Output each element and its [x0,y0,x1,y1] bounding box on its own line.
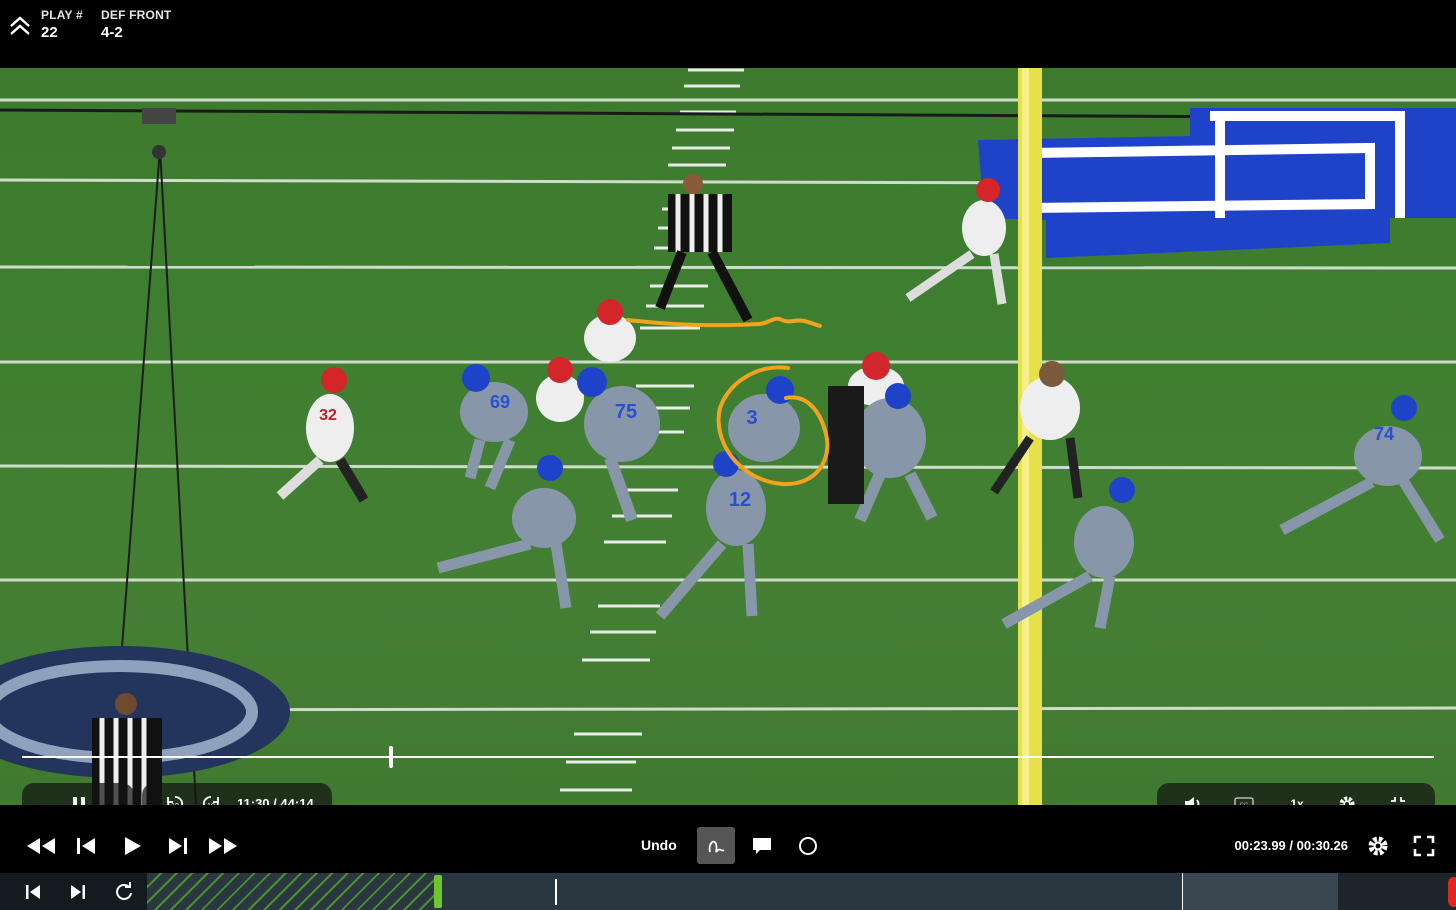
settings-gear-icon[interactable] [1365,833,1391,859]
clip-time-current: 00:23.99 [1234,838,1286,853]
clip-time-total: 00:30.26 [1296,838,1348,853]
player-number-12: 12 [729,489,751,511]
skip-end-icon[interactable] [67,881,89,903]
player-number-75: 75 [615,401,637,423]
def-front-value: 4-2 [101,24,123,41]
play-number-value: 22 [41,24,58,41]
timeline-nav [0,873,147,910]
referee-top [655,174,753,323]
draw-pen-icon[interactable] [697,827,735,864]
fullscreen-icon[interactable] [1411,833,1437,859]
player-number-3: 3 [746,407,757,429]
video-scrubber-track[interactable] [22,756,1434,758]
def-front-label: DEF FRONT [101,8,172,22]
kentucky-logo [978,108,1456,258]
play-number-group: PLAY # 22 [41,8,83,41]
loop-icon[interactable] [112,880,136,904]
timeline-next-clip[interactable] [1183,873,1338,910]
clip-timecode: 00:23.99 / 00:30.26 [1234,838,1348,853]
clip-timeline[interactable] [0,873,1456,910]
step-back-icon[interactable] [73,835,99,857]
circle-shape-icon[interactable] [795,834,821,858]
player-number-69: 69 [490,392,510,412]
player-number-74: 74 [1374,424,1394,444]
collapse-up-icon[interactable] [8,14,32,38]
football-field-scene: 32 69 75 3 12 74 [0,68,1456,805]
play-icon[interactable] [119,834,145,858]
fast-rewind-icon[interactable] [25,835,57,857]
timeline-in-marker[interactable] [434,875,442,908]
top-info-bar: PLAY # 22 DEF FRONT 4-2 [0,0,1456,68]
video-scrubber-handle[interactable] [389,746,393,768]
video-frame[interactable]: 32 69 75 3 12 74 [0,68,1456,805]
skip-start-icon[interactable] [22,881,44,903]
play-number-label: PLAY # [41,8,83,22]
clip-time-separator: / [1289,838,1294,853]
offense-players: 69 75 3 12 74 [436,364,1445,630]
player-number-32: 32 [319,407,337,424]
def-front-group: DEF FRONT 4-2 [101,8,171,41]
timeline-clip-end-marker[interactable] [1448,877,1456,907]
undo-button[interactable]: Undo [641,837,677,853]
timeline-playhead[interactable] [555,879,557,905]
fast-forward-icon[interactable] [207,835,239,857]
timeline-played-region [147,873,435,910]
comment-icon[interactable] [749,835,775,857]
step-forward-icon[interactable] [165,835,191,857]
